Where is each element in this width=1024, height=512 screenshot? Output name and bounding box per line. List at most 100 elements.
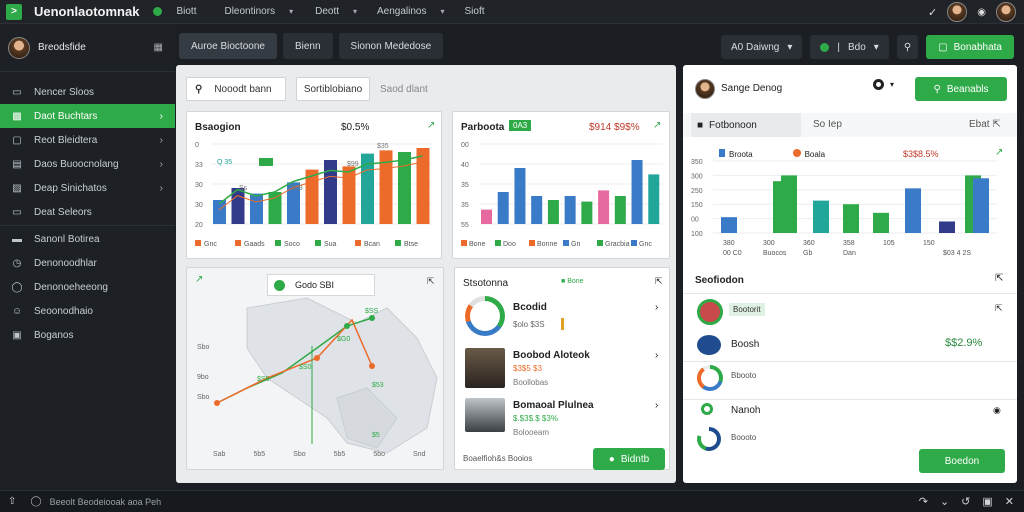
add-button[interactable]: ▢ Bonabhata <box>926 35 1014 59</box>
avatar[interactable] <box>695 79 715 99</box>
panel-tab[interactable]: Ebat ⇱ <box>969 119 1001 130</box>
close-icon[interactable]: ✕ <box>1005 495 1014 508</box>
divider <box>683 399 1017 400</box>
map-point <box>344 323 350 329</box>
chevron-down-icon[interactable]: ▾ <box>441 7 445 16</box>
inline-label: Q 35 <box>217 159 232 166</box>
legend-swatch <box>529 240 535 246</box>
sidebar-item[interactable]: ▨ Deap Sinichatos › <box>0 176 175 200</box>
expand-icon[interactable]: ⇱ <box>995 303 1003 314</box>
x-tick-label: 360 <box>803 240 815 247</box>
sidebar-item-active[interactable]: ▩ Daot Buchtars › <box>0 104 175 128</box>
share-icon[interactable]: ↷ <box>919 495 928 508</box>
x-tick-label: 380 <box>723 240 735 247</box>
bar <box>873 212 889 233</box>
x-tick-label: 105 <box>883 240 895 247</box>
list-item-name[interactable]: Bcodid <box>513 302 547 313</box>
panel-tab[interactable]: So Iep <box>813 119 842 130</box>
sidebar-item[interactable]: ▢ Reot Bleidtera › <box>0 128 175 152</box>
x-tick-label: 300 <box>763 240 775 247</box>
row-name[interactable]: Nanoh <box>731 405 760 416</box>
avatar[interactable] <box>996 2 1016 22</box>
sidebar-item[interactable]: ▭ Nencer Sloos <box>0 80 175 104</box>
chevron-down-icon[interactable]: ▾ <box>289 7 293 16</box>
list-item-sub: Bolooeam <box>513 428 550 437</box>
legend-label: Boala <box>804 150 826 159</box>
sidebar-item[interactable]: ▣ Boganos <box>0 323 175 347</box>
bar <box>614 196 626 224</box>
point-label: $SS <box>365 308 379 315</box>
settings-icon[interactable]: ◉ <box>993 405 1001 416</box>
x-tick-label: 358 <box>843 240 855 247</box>
expand-icon[interactable]: ⇱ <box>427 276 435 287</box>
expand-icon[interactable]: ⇱ <box>995 273 1003 284</box>
panel-dropdown[interactable]: ▾ <box>873 79 894 90</box>
legend-label: Bcan <box>364 241 380 248</box>
y-tick-label: 30 <box>195 202 203 209</box>
sidebar-item[interactable]: ▬ Sanonl Botirea <box>0 227 175 251</box>
status-dropdown[interactable]: | Bdo ▾ <box>810 35 889 59</box>
grid-icon[interactable]: ▦ <box>154 42 163 53</box>
tab[interactable]: Sionon Mededose <box>338 33 444 59</box>
bar <box>564 196 576 224</box>
chevron-down-icon[interactable]: ⌄ <box>940 495 949 508</box>
y-tick-label: 100 <box>691 231 703 238</box>
action-button[interactable]: ● Bidntb <box>593 448 665 470</box>
plus-icon: ▢ <box>938 41 948 53</box>
notification-icon[interactable]: ◉ <box>977 7 986 18</box>
status-dot-icon <box>153 7 163 16</box>
sync-icon[interactable]: ↺ <box>961 495 970 508</box>
top-nav-item[interactable]: Aengalinos <box>377 6 426 17</box>
chevron-down-icon[interactable]: ▾ <box>353 7 357 16</box>
status-ring-icon <box>701 403 713 415</box>
chart-card-2: Parboota 0A3 $914 $9$% ↗ 55 35 35 40 00 Bone D… <box>452 111 670 259</box>
top-nav-item[interactable]: Biott <box>176 6 196 17</box>
y-tick-label: 300 <box>691 173 703 180</box>
pin-icon[interactable]: ✓ <box>928 6 937 19</box>
list-item-name[interactable]: Boobod Aloteok <box>513 350 590 361</box>
row-name[interactable]: Boosh <box>731 339 759 350</box>
avatar[interactable] <box>8 36 30 59</box>
indicator-bar <box>561 318 564 330</box>
sidebar-item[interactable]: ◷ Denonoodhlar <box>0 251 175 275</box>
axis-label: Sbo <box>293 451 306 458</box>
tab[interactable]: Bienn <box>282 33 333 59</box>
right-chart-svg: 100 00 150 250 300 350 380 300 360 358 105 150 00 C0… <box>691 159 997 257</box>
legend-swatch <box>461 240 467 246</box>
x-tick-label: 00 C0 <box>723 250 742 257</box>
filter-input[interactable]: Sortiblobiano <box>296 77 370 101</box>
legend-swatch <box>597 240 603 246</box>
panel-action-button[interactable]: ⚲ Beanabls <box>915 77 1007 101</box>
tab[interactable]: Auroe Bioctoone <box>179 33 277 59</box>
sidebar-item[interactable]: ▭ Deat Seleors <box>0 200 175 224</box>
search-button[interactable]: ⚲ <box>896 35 919 59</box>
bar <box>939 221 955 233</box>
chevron-right-icon[interactable]: › <box>655 400 658 411</box>
search-input[interactable]: ⚲ Nooodt bann <box>186 77 286 101</box>
avatar[interactable] <box>947 2 968 22</box>
sidebar-item[interactable]: ☺ Seoonodhaio <box>0 299 175 323</box>
sidebar-item[interactable]: ▤ Daos Buoocnolang › <box>0 152 175 176</box>
panel-bottom-button[interactable]: Boedon <box>919 449 1005 473</box>
bar <box>648 174 660 224</box>
panel-tab-active[interactable]: ■ Fotbonoon <box>691 113 801 137</box>
chart-1-svg: 20 30 30 33 0 Gnc Gaads Soco Sua Bcan Btse Q 35 Ss $0… <box>195 142 433 248</box>
chat-icon[interactable]: ▣ <box>982 495 992 508</box>
expand-icon[interactable]: ⇱ <box>655 276 663 287</box>
chevron-right-icon[interactable]: › <box>655 350 658 361</box>
list-item-sub: $olo $3S <box>513 320 545 329</box>
search-icon: ⚲ <box>903 41 912 53</box>
top-nav-item[interactable]: Sioft <box>465 6 485 17</box>
sidebar-item[interactable]: ◯ Denonoeheeong <box>0 275 175 299</box>
image-icon: ▩ <box>12 110 22 122</box>
list-item-sub: Boollobas <box>513 378 549 387</box>
upload-icon[interactable]: ⇧ <box>8 496 16 507</box>
chevron-right-icon[interactable]: › <box>655 302 658 313</box>
top-nav-item[interactable]: Deott <box>315 6 339 17</box>
range-dropdown[interactable]: A0 Daiwng ▾ <box>721 35 803 59</box>
bar <box>813 200 829 233</box>
sidebar-profile[interactable]: Breodsfide ▦ <box>0 24 175 72</box>
bar <box>250 193 263 224</box>
list-item-name[interactable]: Bomaoal Plulnea <box>513 400 594 411</box>
top-nav-item[interactable]: Dleontinors <box>224 6 275 17</box>
